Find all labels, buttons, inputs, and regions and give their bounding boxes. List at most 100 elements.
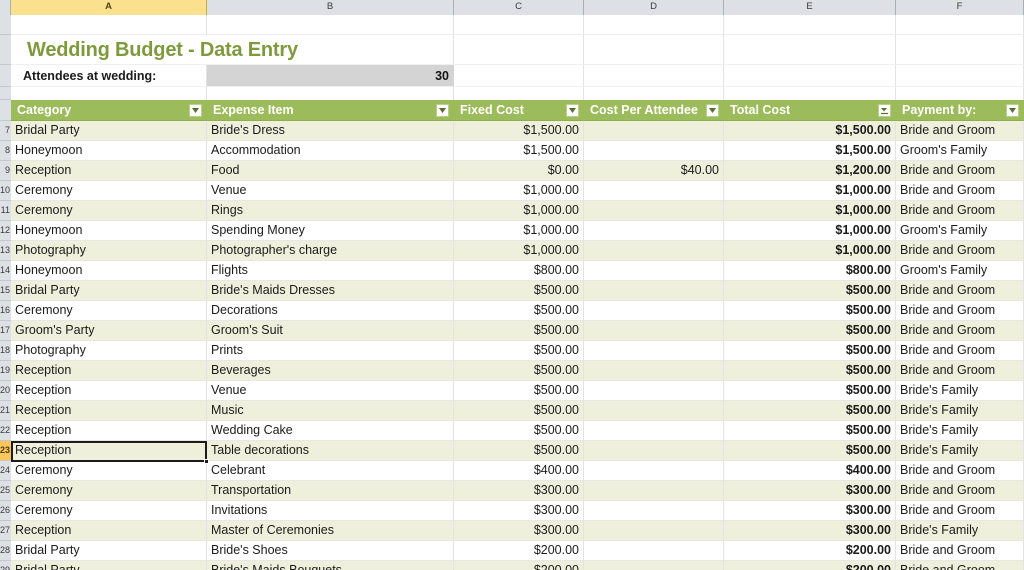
row-number[interactable]: 17 (0, 321, 11, 341)
cell-fixed[interactable]: $500.00 (454, 321, 584, 341)
cell-per_attendee[interactable] (584, 181, 724, 201)
table-row[interactable]: HoneymoonSpending Money$1,000.00$1,000.0… (11, 221, 1024, 241)
cell-fixed[interactable]: $300.00 (454, 521, 584, 541)
cell-category[interactable]: Honeymoon (11, 221, 207, 241)
table-header-expense-item[interactable]: Expense Item (207, 100, 454, 121)
cell[interactable] (207, 87, 454, 100)
cell-category[interactable]: Reception (11, 161, 207, 181)
filter-dropdown-icon[interactable] (436, 104, 449, 117)
cell[interactable] (584, 65, 724, 87)
cell-per_attendee[interactable] (584, 461, 724, 481)
table-row[interactable]: CeremonyDecorations$500.00$500.00Bride a… (11, 301, 1024, 321)
row-number[interactable] (0, 65, 11, 87)
row-number[interactable] (0, 100, 11, 121)
cell[interactable] (896, 87, 1024, 100)
cell-item[interactable]: Prints (207, 341, 454, 361)
table-row[interactable]: Bridal PartyBride's Shoes$200.00$200.00B… (11, 541, 1024, 561)
table-row[interactable]: ReceptionMaster of Ceremonies$300.00$300… (11, 521, 1024, 541)
row-number[interactable]: 23 (0, 441, 11, 461)
row-number[interactable] (0, 15, 11, 35)
column-header-b[interactable]: B (207, 0, 454, 15)
cell-category[interactable]: Bridal Party (11, 281, 207, 301)
cell-payment[interactable]: Bride and Groom (896, 501, 1024, 521)
cell-item[interactable]: Bride's Maids Dresses (207, 281, 454, 301)
cell-per_attendee[interactable] (584, 541, 724, 561)
cell-total[interactable]: $1,000.00 (724, 241, 896, 261)
cell[interactable] (11, 87, 207, 100)
cell-category[interactable]: Photography (11, 241, 207, 261)
cell-per_attendee[interactable] (584, 121, 724, 141)
table-row[interactable]: ReceptionBeverages$500.00$500.00Bride an… (11, 361, 1024, 381)
cell-fixed[interactable]: $1,500.00 (454, 121, 584, 141)
cell[interactable] (896, 35, 1024, 65)
row-number[interactable]: 25 (0, 481, 11, 501)
cell[interactable] (207, 15, 454, 35)
cell-payment[interactable]: Bride and Groom (896, 481, 1024, 501)
cell-total[interactable]: $400.00 (724, 461, 896, 481)
cell-total[interactable]: $300.00 (724, 501, 896, 521)
table-row[interactable]: Bridal PartyBride's Maids Bouquets$200.0… (11, 561, 1024, 570)
column-header-f[interactable]: F (896, 0, 1024, 15)
cell-item[interactable]: Bride's Dress (207, 121, 454, 141)
row-number[interactable]: 15 (0, 281, 11, 301)
cell-payment[interactable]: Bride and Groom (896, 201, 1024, 221)
cell-fixed[interactable]: $1,000.00 (454, 181, 584, 201)
cell[interactable] (454, 87, 584, 100)
cell-fixed[interactable]: $400.00 (454, 461, 584, 481)
cell-per_attendee[interactable] (584, 521, 724, 541)
cell-item[interactable]: Table decorations (207, 441, 454, 461)
cell-payment[interactable]: Groom's Family (896, 261, 1024, 281)
cell-per_attendee[interactable] (584, 361, 724, 381)
cell[interactable] (724, 35, 896, 65)
column-header-e[interactable]: E (724, 0, 896, 15)
cell[interactable] (584, 35, 724, 65)
row-number[interactable]: 27 (0, 521, 11, 541)
cell-per_attendee[interactable] (584, 221, 724, 241)
table-header-payment-by[interactable]: Payment by: (896, 100, 1024, 121)
table-row[interactable]: Groom's PartyGroom's Suit$500.00$500.00B… (11, 321, 1024, 341)
cell-category[interactable]: Ceremony (11, 201, 207, 221)
cell-fixed[interactable]: $1,500.00 (454, 141, 584, 161)
cell-fixed[interactable]: $500.00 (454, 301, 584, 321)
spreadsheet-grid[interactable]: A B C D E F 7891011121314151617181920212… (0, 0, 1024, 570)
cell-total[interactable]: $500.00 (724, 381, 896, 401)
table-header-cost-per-attendee[interactable]: Cost Per Attendee (584, 100, 724, 121)
row-number[interactable]: 10 (0, 181, 11, 201)
cell-per_attendee[interactable] (584, 341, 724, 361)
cell-category[interactable]: Ceremony (11, 181, 207, 201)
cell-item[interactable]: Flights (207, 261, 454, 281)
table-row[interactable]: PhotographyPrints$500.00$500.00Bride and… (11, 341, 1024, 361)
table-row[interactable]: HoneymoonAccommodation$1,500.00$1,500.00… (11, 141, 1024, 161)
grid-body[interactable]: Wedding Budget - Data Entry Attendees at… (11, 15, 1024, 570)
cell-category[interactable]: Ceremony (11, 461, 207, 481)
table-row[interactable]: HoneymoonFlights$800.00$800.00Groom's Fa… (11, 261, 1024, 281)
cell[interactable] (584, 87, 724, 100)
cell-payment[interactable]: Bride and Groom (896, 361, 1024, 381)
sort-descending-filter-icon[interactable] (878, 104, 891, 117)
cell-total[interactable]: $1,000.00 (724, 201, 896, 221)
cell-total[interactable]: $500.00 (724, 421, 896, 441)
cell-item[interactable]: Venue (207, 381, 454, 401)
cell-per_attendee[interactable] (584, 501, 724, 521)
cell-payment[interactable]: Bride and Groom (896, 561, 1024, 570)
cell-per_attendee[interactable] (584, 281, 724, 301)
cell[interactable] (584, 15, 724, 35)
cell-item[interactable]: Bride's Maids Bouquets (207, 561, 454, 570)
select-all-corner[interactable] (0, 0, 11, 15)
cell-category[interactable]: Groom's Party (11, 321, 207, 341)
cell-fixed[interactable]: $300.00 (454, 501, 584, 521)
cell-per_attendee[interactable] (584, 561, 724, 570)
cell-item[interactable]: Venue (207, 181, 454, 201)
row-number[interactable]: 21 (0, 401, 11, 421)
cell-per_attendee[interactable] (584, 261, 724, 281)
cell-total[interactable]: $500.00 (724, 341, 896, 361)
cell-payment[interactable]: Bride's Family (896, 421, 1024, 441)
cell-fixed[interactable]: $500.00 (454, 281, 584, 301)
cell[interactable] (724, 15, 896, 35)
cell-total[interactable]: $300.00 (724, 481, 896, 501)
cell-payment[interactable]: Bride and Groom (896, 161, 1024, 181)
cell[interactable] (11, 15, 207, 35)
cell-category[interactable]: Reception (11, 521, 207, 541)
table-row[interactable]: ReceptionMusic$500.00$500.00Bride's Fami… (11, 401, 1024, 421)
cell-item[interactable]: Transportation (207, 481, 454, 501)
